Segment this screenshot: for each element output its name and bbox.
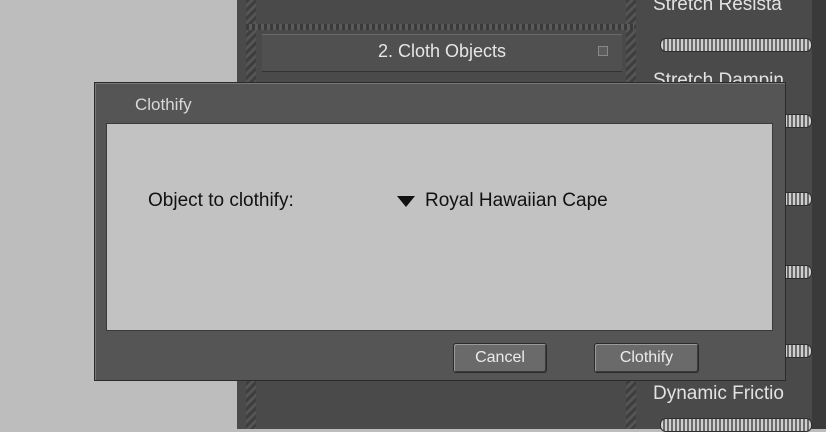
dialog-body: Object to clothify: Royal Hawaiian Cape	[106, 123, 773, 331]
clothify-dialog: Clothify Object to clothify: Royal Hawai…	[94, 82, 786, 381]
section-header-cloth-objects[interactable]: 2. Cloth Objects	[262, 34, 622, 72]
object-field-label: Object to clothify:	[148, 190, 294, 211]
cancel-button[interactable]: Cancel	[453, 343, 547, 373]
dialog-title: Clothify	[135, 95, 192, 114]
section-title: 2. Cloth Objects	[377, 41, 507, 61]
scrollbar[interactable]	[812, 0, 826, 429]
param-dial-dynamic-friction[interactable]	[660, 418, 812, 432]
object-select[interactable]: Royal Hawaiian Cape	[397, 188, 608, 214]
object-select-value[interactable]: Royal Hawaiian Cape	[425, 190, 608, 212]
clothify-button[interactable]: Clothify	[594, 343, 699, 373]
section-collapse-icon[interactable]	[598, 46, 608, 56]
param-label-stretch-resistance: Stretch Resista	[653, 0, 782, 15]
dropdown-arrow-icon[interactable]	[397, 195, 415, 207]
param-dial-stretch-resistance[interactable]	[660, 38, 812, 52]
param-label-dynamic-friction: Dynamic Frictio	[653, 383, 784, 404]
section-divider	[246, 24, 634, 30]
